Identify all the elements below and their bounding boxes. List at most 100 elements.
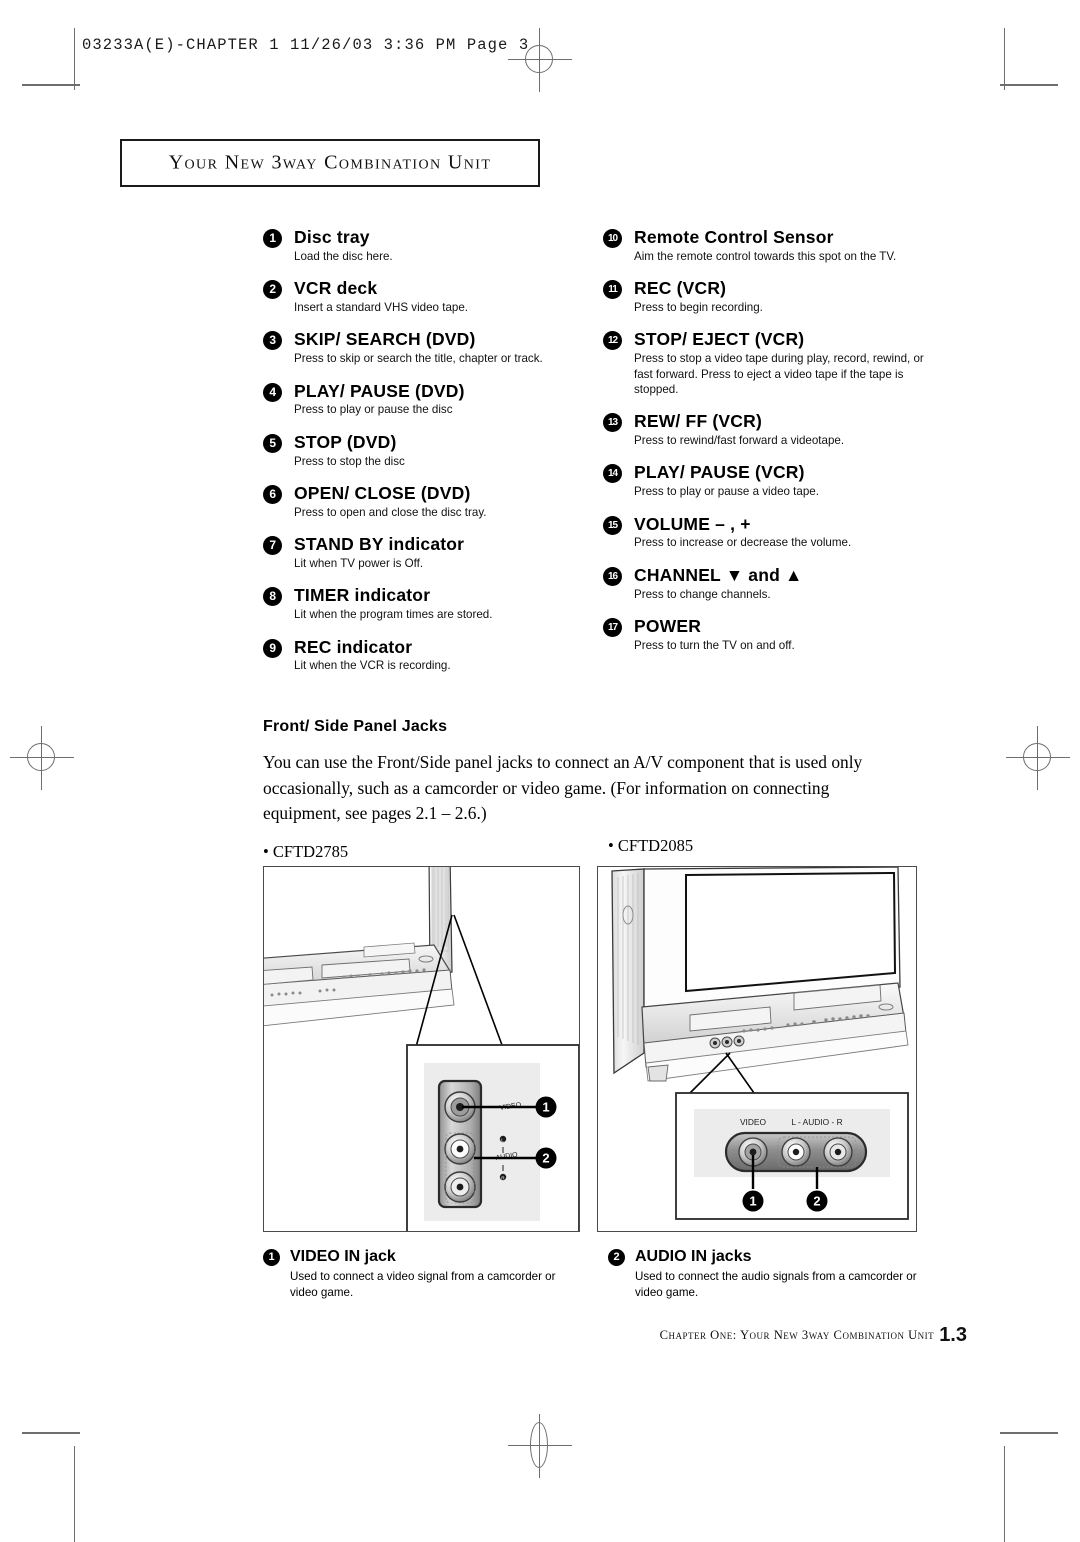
feature-heading: PLAY/ PAUSE (DVD): [294, 380, 465, 401]
feature-description: Press to change channels.: [634, 587, 771, 601]
feature-number-badge: 15: [603, 515, 622, 535]
feature-description: Press to skip or search the title, chapt…: [294, 352, 543, 366]
feature-heading: POWER: [634, 615, 702, 636]
feature-item: 16 CHANNEL ▼ and ▲ Press to change chann…: [603, 564, 933, 602]
tv-front-jack-diagram: VIDEO L - AUDIO - R 1 2: [611, 867, 909, 1220]
page-title: Your New 3way Combination Unit: [168, 151, 492, 174]
svg-text:L: L: [501, 1137, 504, 1142]
feature-heading: STOP/ EJECT (VCR): [634, 329, 805, 350]
feature-number-badge: 7: [263, 536, 282, 556]
feature-item: 11 REC (VCR) Press to begin recording.: [603, 279, 933, 315]
feature-heading: OPEN/ CLOSE (DVD): [294, 482, 471, 503]
feature-description: Lit when the VCR is recording.: [294, 659, 451, 673]
caption-item: 2 AUDIO IN jacks Used to connect the aud…: [608, 1248, 928, 1301]
feature-description: Load the disc here.: [294, 249, 393, 263]
caption-description: Used to connect the audio signals from a…: [635, 1270, 917, 1299]
feature-description: Press to play or pause a video tape.: [634, 485, 819, 499]
feature-number-badge: 1: [263, 229, 282, 248]
model-label-left: • CFTD2785: [263, 842, 349, 861]
caption-number-badge: 1: [263, 1249, 280, 1266]
registration-mark-right: [1006, 726, 1070, 790]
feature-item: 2 VCR deck Insert a standard VHS video t…: [263, 279, 588, 315]
feature-heading: SKIP/ SEARCH (DVD): [294, 329, 476, 350]
feature-heading: REC (VCR): [634, 278, 727, 299]
caption-number-badge: 2: [608, 1249, 625, 1266]
feature-item: 5 STOP (DVD) Press to stop the disc: [263, 431, 588, 469]
feature-number-badge: 9: [263, 638, 282, 658]
feature-item: 7 STAND BY indicator Lit when TV power i…: [263, 535, 588, 571]
callout-number-2: 2: [542, 1150, 549, 1165]
caption-heading: AUDIO IN jacks: [635, 1248, 752, 1265]
feature-heading: VOLUME – , +: [634, 513, 751, 534]
feature-description: Press to rewind/fast forward a videotape…: [634, 434, 845, 448]
feature-item: 14 PLAY/ PAUSE (VCR) Press to play or pa…: [603, 463, 933, 499]
feature-heading: REC indicator: [294, 636, 413, 657]
model-label-right: • CFTD2085: [608, 836, 694, 855]
caption-audio-in: 2 AUDIO IN jacks Used to connect the aud…: [608, 1248, 928, 1301]
footer-text: Chapter One: Your New 3way Combination U…: [659, 1328, 935, 1342]
feature-list-left: 1 Disc tray Load the disc here. 2 VCR de…: [263, 228, 588, 689]
crop-mark-bottomleft-h: [22, 1432, 80, 1434]
feature-heading: PLAY/ PAUSE (VCR): [634, 462, 805, 483]
feature-description: Press to turn the TV on and off.: [634, 638, 795, 652]
feature-number-badge: 2: [263, 280, 282, 300]
caption-item: 1 VIDEO IN jack Used to connect a video …: [263, 1248, 583, 1301]
crop-mark-topleft-h: [22, 84, 80, 86]
feature-item: 8 TIMER indicator Lit when the program t…: [263, 586, 588, 622]
feature-description: Press to stop the disc: [294, 454, 405, 468]
feature-item: 9 REC indicator Lit when the VCR is reco…: [263, 636, 588, 674]
feature-number-badge: 6: [263, 484, 282, 504]
feature-item: 17 POWER Press to turn the TV on and off…: [603, 617, 933, 653]
feature-number-badge: 16: [603, 566, 622, 586]
audio-jack-label: L - AUDIO - R: [791, 1117, 842, 1127]
feature-number-badge: 14: [603, 464, 622, 484]
feature-heading: STOP (DVD): [294, 431, 397, 452]
feature-item: 1 Disc tray Load the disc here.: [263, 228, 588, 264]
crop-mark-topright-h: [1000, 84, 1058, 86]
feature-heading: VCR deck: [294, 278, 378, 299]
feature-description: Lit when TV power is Off.: [294, 557, 424, 571]
feature-heading: REW/ FF (VCR): [634, 411, 762, 432]
feature-heading: CHANNEL ▼ and ▲: [634, 564, 803, 585]
feature-item: 3 SKIP/ SEARCH (DVD) Press to skip or se…: [263, 330, 588, 366]
feature-description: Press to stop a video tape during play, …: [634, 352, 924, 396]
callout-number-1: 1: [749, 1193, 756, 1208]
feature-heading: TIMER indicator: [294, 585, 431, 606]
feature-number-badge: 8: [263, 587, 282, 607]
feature-description: Aim the remote control towards this spot…: [634, 249, 897, 263]
feature-description: Press to begin recording.: [634, 301, 763, 315]
feature-item: 10 Remote Control Sensor Aim the remote …: [603, 228, 933, 264]
caption-heading: VIDEO IN jack: [290, 1248, 396, 1265]
callout-number-2: 2: [813, 1193, 820, 1208]
crop-mark-bottomright-h: [1000, 1432, 1058, 1434]
section-heading: Front/ Side Panel Jacks: [263, 718, 448, 735]
feature-item: 15 VOLUME – , + Press to increase or dec…: [603, 513, 933, 551]
feature-list-right: 10 Remote Control Sensor Aim the remote …: [603, 228, 933, 668]
feature-heading: Disc tray: [294, 227, 370, 247]
feature-number-badge: 5: [263, 433, 282, 453]
illustration-cftd2085: VIDEO L - AUDIO - R 1 2: [597, 866, 917, 1232]
feature-description: Lit when the program times are stored.: [294, 608, 493, 622]
page-footer: Chapter One: Your New 3way Combination U…: [659, 1322, 967, 1346]
caption-description: Used to connect a video signal from a ca…: [290, 1270, 556, 1299]
feature-item: 13 REW/ FF (VCR) Press to rewind/fast fo…: [603, 412, 933, 448]
section-paragraph: You can use the Front/Side panel jacks t…: [263, 752, 863, 824]
caption-video-in: 1 VIDEO IN jack Used to connect a video …: [263, 1248, 583, 1301]
feature-number-badge: 11: [603, 280, 622, 300]
feature-description: Press to play or pause the disc: [294, 403, 453, 417]
feature-heading: STAND BY indicator: [294, 534, 465, 555]
feature-number-badge: 3: [263, 331, 282, 351]
crop-mark-left-bottom: [74, 1446, 75, 1542]
feature-item: 6 OPEN/ CLOSE (DVD) Press to open and cl…: [263, 484, 588, 520]
feature-number-badge: 4: [263, 382, 282, 402]
footer-page-number: 1.3: [939, 1324, 967, 1346]
feature-number-badge: 13: [603, 413, 622, 433]
page-header-stamp: 03233A(E)-CHAPTER 1 11/26/03 3:36 PM Pag…: [82, 36, 530, 54]
feature-number-badge: 10: [603, 229, 622, 248]
feature-item: 12 STOP/ EJECT (VCR) Press to stop a vid…: [603, 330, 933, 397]
tv-side-jack-diagram: VIDEO AUDIO L R 1 2: [264, 867, 579, 1231]
crop-mark-right-bottom: [1004, 1446, 1005, 1542]
feature-description: Press to increase or decrease the volume…: [634, 536, 852, 550]
crop-mark-right-top: [1004, 28, 1005, 90]
feature-heading: Remote Control Sensor: [634, 227, 834, 247]
